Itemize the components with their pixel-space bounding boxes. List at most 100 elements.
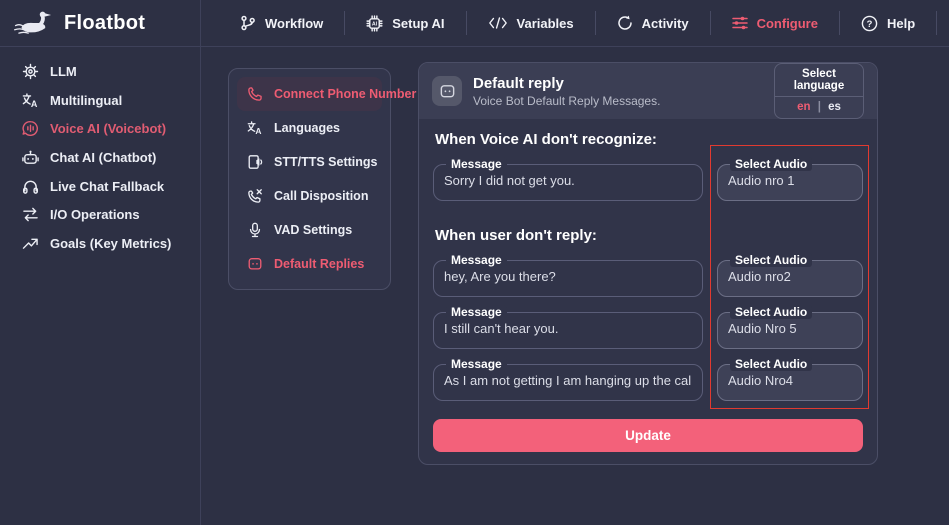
sidebar-item-live-chat-fallback[interactable]: Live Chat Fallback — [0, 172, 200, 201]
translate-icon: A — [22, 92, 39, 109]
nav-item-help[interactable]: ? Help — [840, 15, 936, 32]
message-field[interactable]: Message Sorry I did not get you. — [433, 157, 703, 201]
voice-bubble-icon — [22, 120, 39, 137]
phone-x-icon — [247, 188, 263, 204]
translate-icon: A — [247, 120, 263, 136]
sidebar-item-label: Multilingual — [50, 93, 122, 108]
nav-menu: Workflow AI Setup AI Variables — [219, 0, 937, 46]
message-field-label: Message — [446, 157, 507, 171]
robot-icon — [22, 149, 39, 166]
svg-text:A: A — [255, 126, 261, 136]
sidebar-item-multilingual[interactable]: A Multilingual — [0, 86, 200, 115]
language-selector-label[interactable]: Select language — [775, 64, 863, 97]
panel-icon-box — [432, 76, 462, 106]
trend-up-icon — [22, 236, 39, 251]
doc-speaker-icon — [247, 154, 263, 170]
sidebar-item-goals[interactable]: Goals (Key Metrics) — [0, 229, 200, 258]
message-field-label: Message — [446, 357, 507, 371]
sidebar-item-label: I/O Operations — [50, 207, 140, 222]
svg-text:AI: AI — [372, 21, 378, 27]
sidebar-item-chat-ai[interactable]: Chat AI (Chatbot) — [0, 143, 200, 172]
swap-arrows-icon — [22, 207, 39, 222]
sidebar-item-label: Voice AI (Voicebot) — [50, 121, 166, 136]
message-field-label: Message — [446, 305, 507, 319]
menu-item-connect-phone-number[interactable]: Connect Phone Number — [237, 77, 382, 111]
reply-row: Message As I am not getting I am hanging… — [433, 357, 863, 401]
message-field[interactable]: Message As I am not getting I am hanging… — [433, 357, 703, 401]
gear-icon — [22, 63, 39, 80]
nav-label: Workflow — [265, 16, 323, 31]
select-audio-label: Select Audio — [730, 357, 812, 371]
svg-text:A: A — [30, 99, 37, 109]
reply-row: Message hey, Are you there? Select Audio… — [433, 253, 863, 297]
panel-body: When Voice AI don't recognize: Message S… — [419, 131, 877, 466]
headphones-icon — [22, 178, 39, 195]
message-field[interactable]: Message hey, Are you there? — [433, 253, 703, 297]
menu-item-label: Languages — [274, 121, 340, 135]
message-value[interactable]: hey, Are you there? — [444, 269, 692, 284]
sidebar-item-label: Chat AI (Chatbot) — [50, 150, 156, 165]
select-audio-dropdown[interactable]: Select Audio Audio Nro 5 — [717, 305, 863, 349]
select-audio-label: Select Audio — [730, 305, 812, 319]
panel-title: Default reply — [473, 75, 660, 92]
nav-item-variables[interactable]: Variables — [467, 16, 595, 31]
nav-item-configure[interactable]: Configure — [711, 15, 839, 31]
nav-label: Variables — [517, 16, 574, 31]
help-icon: ? — [861, 15, 878, 32]
language-option-en[interactable]: en — [793, 101, 814, 113]
svg-text:?: ? — [867, 18, 873, 29]
brand-logo[interactable]: Floatbot — [0, 0, 201, 46]
nav-item-setup-ai[interactable]: AI Setup AI — [345, 15, 465, 32]
message-field[interactable]: Message I still can't hear you. — [433, 305, 703, 349]
app-window: Floatbot Workflow AI Setup AI — [0, 0, 949, 525]
top-navbar: Floatbot Workflow AI Setup AI — [0, 0, 949, 47]
section-heading-no-reply: When user don't reply: — [435, 227, 863, 244]
chat-square-icon — [247, 256, 263, 272]
sidebar-item-label: Live Chat Fallback — [50, 179, 164, 194]
language-option-es[interactable]: es — [824, 101, 845, 113]
sidebar-item-llm[interactable]: LLM — [0, 57, 200, 86]
nav-label: Setup AI — [392, 16, 444, 31]
nav-item-activity[interactable]: Activity — [596, 15, 710, 31]
message-field-label: Message — [446, 253, 507, 267]
panel-subtitle: Voice Bot Default Reply Messages. — [473, 94, 660, 108]
nav-item-workflow[interactable]: Workflow — [219, 15, 344, 31]
language-selector: Select language en | es — [774, 63, 864, 119]
menu-item-languages[interactable]: A Languages — [237, 111, 382, 145]
update-button[interactable]: Update — [433, 419, 863, 452]
select-audio-dropdown[interactable]: Select Audio Audio Nro4 — [717, 357, 863, 401]
select-audio-value[interactable]: Audio nro 1 — [728, 173, 852, 188]
menu-item-vad-settings[interactable]: VAD Settings — [237, 213, 382, 247]
select-audio-dropdown[interactable]: Select Audio Audio nro2 — [717, 253, 863, 297]
select-audio-value[interactable]: Audio Nro 5 — [728, 321, 852, 336]
select-audio-value[interactable]: Audio Nro4 — [728, 373, 852, 388]
reply-row: Message I still can't hear you. Select A… — [433, 305, 863, 349]
menu-item-label: VAD Settings — [274, 223, 352, 237]
select-audio-dropdown[interactable]: Select Audio Audio nro 1 — [717, 157, 863, 201]
select-audio-label: Select Audio — [730, 253, 812, 267]
nav-label: Configure — [757, 16, 818, 31]
menu-item-stt-tts-settings[interactable]: STT/TTS Settings — [237, 145, 382, 179]
select-audio-label: Select Audio — [730, 157, 812, 171]
phone-icon — [247, 86, 263, 102]
microphone-icon — [247, 222, 263, 238]
divider — [936, 11, 937, 35]
message-value[interactable]: I still can't hear you. — [444, 321, 692, 336]
sidebar-item-voice-ai[interactable]: Voice AI (Voicebot) — [0, 114, 200, 143]
voicebot-settings-menu: Connect Phone Number A Languages STT/TTS… — [228, 68, 391, 290]
menu-item-label: Connect Phone Number — [274, 87, 416, 101]
menu-item-call-disposition[interactable]: Call Disposition — [237, 179, 382, 213]
panel-header: Default reply Voice Bot Default Reply Me… — [419, 63, 877, 119]
variables-icon — [488, 16, 508, 30]
select-audio-value[interactable]: Audio nro2 — [728, 269, 852, 284]
menu-item-label: Call Disposition — [274, 189, 368, 203]
menu-item-default-replies[interactable]: Default Replies — [237, 247, 382, 281]
brand-name: Floatbot — [64, 12, 145, 35]
message-value[interactable]: As I am not getting I am hanging up the … — [444, 373, 692, 388]
language-divider: | — [818, 101, 821, 113]
message-value[interactable]: Sorry I did not get you. — [444, 173, 692, 188]
nav-label: Help — [887, 16, 915, 31]
sidebar-item-io-operations[interactable]: I/O Operations — [0, 200, 200, 229]
configure-icon — [732, 15, 748, 31]
chat-square-icon — [439, 83, 456, 100]
